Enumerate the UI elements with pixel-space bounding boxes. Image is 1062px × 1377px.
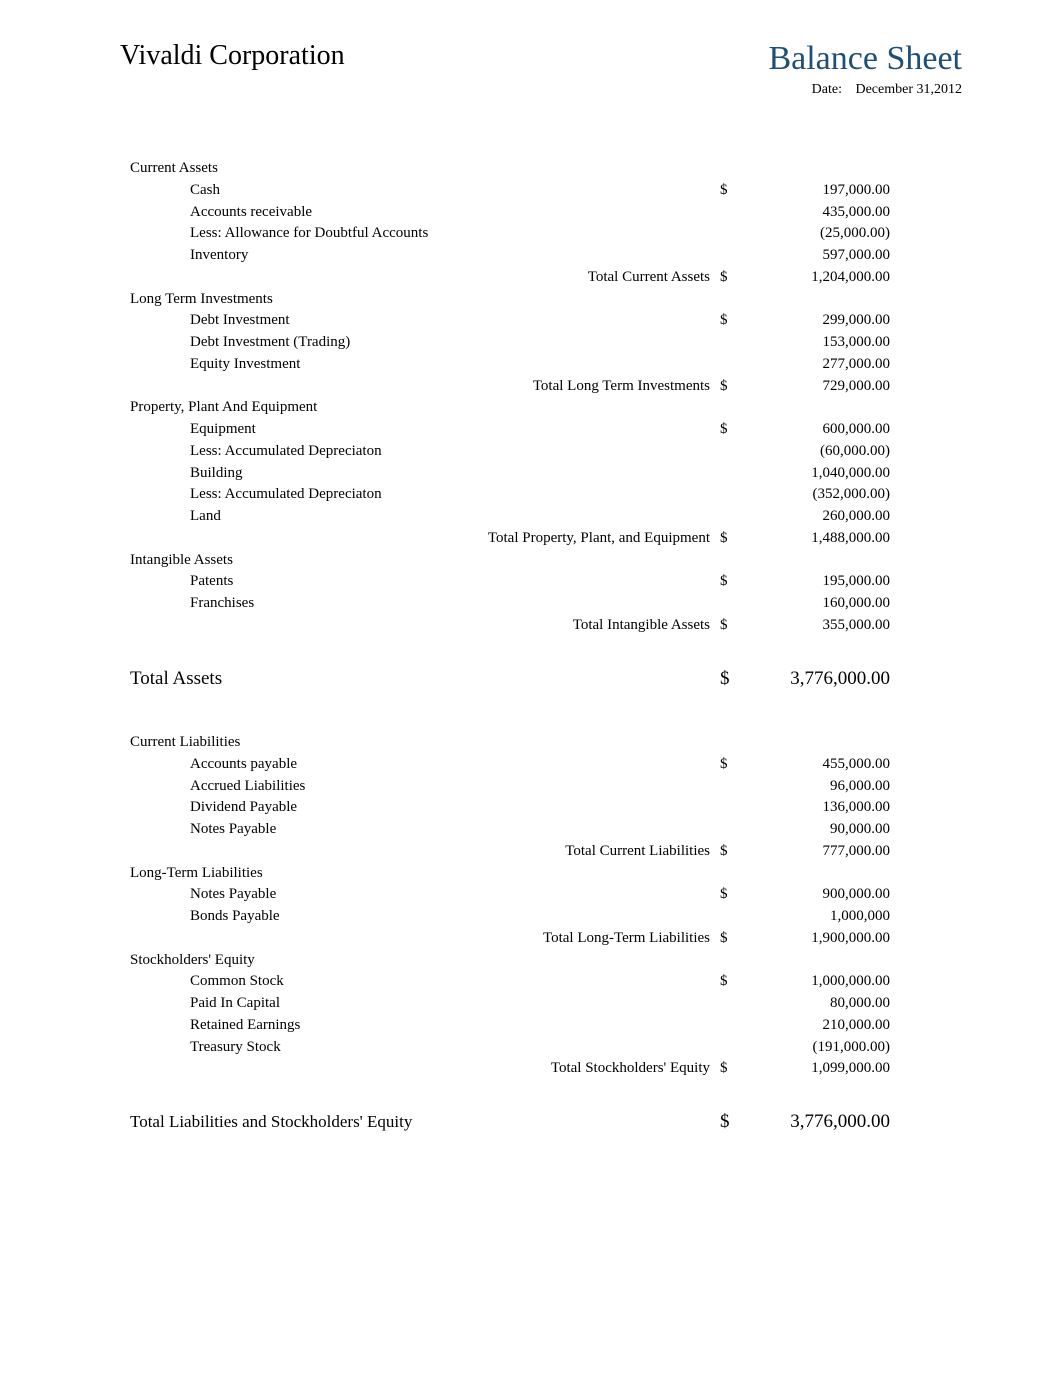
currency-symbol: $ — [720, 1058, 750, 1080]
date-label: Date: — [812, 82, 842, 97]
line-item-label: Debt Investment — [130, 310, 720, 332]
subtotal-label: Total Long-Term Liabilities — [130, 928, 720, 950]
line-item-value: 260,000.00 — [750, 506, 890, 528]
line-item-value: (352,000.00) — [750, 484, 890, 506]
subtotal-value: 1,204,000.00 — [750, 267, 890, 289]
company-name: Vivaldi Corporation — [120, 40, 345, 72]
section-heading: Current Assets — [130, 158, 720, 180]
balance-sheet-body: Current Assets Cash$197,000.00 Accounts … — [130, 158, 890, 1136]
currency-symbol: $ — [720, 267, 750, 289]
line-item-label: Bonds Payable — [130, 906, 720, 928]
line-item-value: (60,000.00) — [750, 441, 890, 463]
line-item-label: Less: Accumulated Depreciaton — [130, 441, 720, 463]
currency-symbol: $ — [720, 971, 750, 993]
currency-symbol: $ — [720, 528, 750, 550]
section-heading: Stockholders' Equity — [130, 950, 720, 972]
line-item-label: Paid In Capital — [130, 993, 720, 1015]
subtotal-label: Total Long Term Investments — [130, 376, 720, 398]
line-item-value: 90,000.00 — [750, 819, 890, 841]
currency-symbol: $ — [720, 928, 750, 950]
currency-symbol: $ — [720, 419, 750, 441]
total-assets-value: 3,776,000.00 — [750, 665, 890, 693]
currency-symbol: $ — [720, 376, 750, 398]
line-item-label: Less: Allowance for Doubtful Accounts — [130, 223, 720, 245]
line-item-value: 597,000.00 — [750, 245, 890, 267]
total-liabilities-equity-label: Total Liabilities and Stockholders' Equi… — [130, 1110, 720, 1135]
line-item-value: 160,000.00 — [750, 593, 890, 615]
currency-symbol: $ — [720, 884, 750, 906]
subtotal-label: Total Stockholders' Equity — [130, 1058, 720, 1080]
subtotal-value: 1,900,000.00 — [750, 928, 890, 950]
line-item-value: 1,000,000 — [750, 906, 890, 928]
subtotal-label: Total Intangible Assets — [130, 615, 720, 637]
section-heading: Long-Term Liabilities — [130, 863, 720, 885]
total-assets-label: Total Assets — [130, 665, 720, 693]
total-liabilities-equity-value: 3,776,000.00 — [750, 1108, 890, 1136]
line-item-label: Accrued Liabilities — [130, 776, 720, 798]
subtotal-value: 355,000.00 — [750, 615, 890, 637]
line-item-value: 210,000.00 — [750, 1015, 890, 1037]
line-item-value: 435,000.00 — [750, 202, 890, 224]
line-item-label: Notes Payable — [130, 819, 720, 841]
line-item-label: Accounts payable — [130, 754, 720, 776]
line-item-value: 299,000.00 — [750, 310, 890, 332]
line-item-value: 455,000.00 — [750, 754, 890, 776]
line-item-value: 195,000.00 — [750, 571, 890, 593]
line-item-label: Cash — [130, 180, 720, 202]
subtotal-label: Total Property, Plant, and Equipment — [130, 528, 720, 550]
line-item-value: (25,000.00) — [750, 223, 890, 245]
date-value: December 31,2012 — [855, 82, 962, 97]
line-item-value: 197,000.00 — [750, 180, 890, 202]
currency-symbol: $ — [720, 180, 750, 202]
line-item-label: Patents — [130, 571, 720, 593]
line-item-value: 136,000.00 — [750, 797, 890, 819]
line-item-label: Less: Accumulated Depreciaton — [130, 484, 720, 506]
section-heading: Current Liabilities — [130, 732, 720, 754]
subtotal-label: Total Current Assets — [130, 267, 720, 289]
line-item-value: 1,000,000.00 — [750, 971, 890, 993]
line-item-value: 600,000.00 — [750, 419, 890, 441]
subtotal-label: Total Current Liabilities — [130, 841, 720, 863]
subtotal-value: 1,488,000.00 — [750, 528, 890, 550]
line-item-label: Common Stock — [130, 971, 720, 993]
line-item-label: Equipment — [130, 419, 720, 441]
line-item-label: Debt Investment (Trading) — [130, 332, 720, 354]
currency-symbol: $ — [720, 310, 750, 332]
section-heading: Long Term Investments — [130, 289, 720, 311]
line-item-value: 80,000.00 — [750, 993, 890, 1015]
line-item-value: 96,000.00 — [750, 776, 890, 798]
section-heading: Intangible Assets — [130, 550, 720, 572]
line-item-label: Inventory — [130, 245, 720, 267]
subtotal-value: 777,000.00 — [750, 841, 890, 863]
line-item-label: Equity Investment — [130, 354, 720, 376]
line-item-label: Dividend Payable — [130, 797, 720, 819]
line-item-label: Building — [130, 463, 720, 485]
document-title: Balance Sheet — [768, 40, 962, 78]
line-item-label: Franchises — [130, 593, 720, 615]
line-item-label: Notes Payable — [130, 884, 720, 906]
line-item-value: 277,000.00 — [750, 354, 890, 376]
currency-symbol: $ — [720, 665, 750, 693]
line-item-label: Retained Earnings — [130, 1015, 720, 1037]
line-item-label: Land — [130, 506, 720, 528]
currency-symbol: $ — [720, 1108, 750, 1136]
currency-symbol: $ — [720, 754, 750, 776]
currency-symbol: $ — [720, 571, 750, 593]
section-heading: Property, Plant And Equipment — [130, 397, 720, 419]
line-item-label: Treasury Stock — [130, 1037, 720, 1059]
line-item-value: 1,040,000.00 — [750, 463, 890, 485]
line-item-value: (191,000.00) — [750, 1037, 890, 1059]
line-item-label: Accounts receivable — [130, 202, 720, 224]
currency-symbol: $ — [720, 841, 750, 863]
subtotal-value: 729,000.00 — [750, 376, 890, 398]
subtotal-value: 1,099,000.00 — [750, 1058, 890, 1080]
currency-symbol: $ — [720, 615, 750, 637]
line-item-value: 153,000.00 — [750, 332, 890, 354]
line-item-value: 900,000.00 — [750, 884, 890, 906]
